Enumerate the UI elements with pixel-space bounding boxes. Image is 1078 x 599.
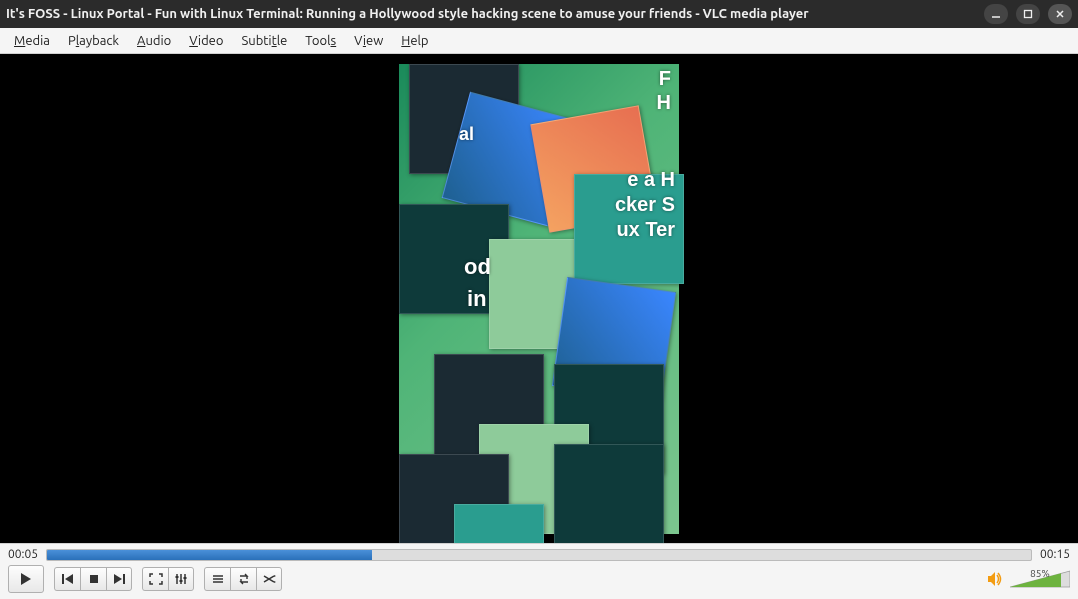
frame-text: al xyxy=(459,124,474,145)
volume-percent-label: 85% xyxy=(1030,568,1050,579)
menu-video[interactable]: Video xyxy=(181,31,231,51)
stop-button[interactable] xyxy=(80,567,106,591)
skip-previous-icon xyxy=(61,573,75,585)
close-icon xyxy=(1054,8,1066,20)
menu-view[interactable]: View xyxy=(346,31,391,51)
seek-slider[interactable] xyxy=(46,549,1032,561)
frame-text: od xyxy=(464,254,491,280)
shuffle-button[interactable] xyxy=(256,567,282,591)
frame-text: ux Ter xyxy=(616,219,675,242)
window-close-button[interactable] xyxy=(1048,4,1072,24)
fullscreen-button[interactable] xyxy=(142,567,168,591)
window-title: It's FOSS - Linux Portal - Fun with Linu… xyxy=(6,7,976,21)
controls-panel: 00:05 00:15 xyxy=(0,543,1078,599)
window-titlebar: It's FOSS - Linux Portal - Fun with Linu… xyxy=(0,0,1078,28)
seek-fill xyxy=(47,550,372,560)
equalizer-icon xyxy=(174,573,188,585)
frame-text: e a H xyxy=(627,169,675,192)
play-icon xyxy=(19,572,33,586)
play-button[interactable] xyxy=(8,565,44,593)
frame-text: H xyxy=(657,92,671,115)
shuffle-icon xyxy=(262,573,276,585)
video-frame: F H e a H cker S ux Ter od in al xyxy=(399,64,679,534)
volume-slider[interactable]: 85% xyxy=(1010,569,1070,589)
skip-next-icon xyxy=(112,573,126,585)
minimize-icon xyxy=(990,8,1002,20)
menubar: Media Playback Audio Video Subtitle Tool… xyxy=(0,28,1078,54)
frame-text: in xyxy=(467,286,487,312)
video-canvas[interactable]: F H e a H cker S ux Ter od in al xyxy=(0,54,1078,543)
menu-playback[interactable]: Playback xyxy=(60,31,127,51)
playlist-icon xyxy=(211,573,225,585)
menu-tools[interactable]: Tools xyxy=(297,31,344,51)
window-maximize-button[interactable] xyxy=(1016,4,1040,24)
previous-button[interactable] xyxy=(54,567,80,591)
time-total[interactable]: 00:15 xyxy=(1040,548,1070,561)
window-minimize-button[interactable] xyxy=(984,4,1008,24)
frame-text: F xyxy=(659,68,671,91)
menu-help[interactable]: Help xyxy=(393,31,436,51)
menu-audio[interactable]: Audio xyxy=(129,31,179,51)
menu-subtitle[interactable]: Subtitle xyxy=(233,31,295,51)
time-elapsed[interactable]: 00:05 xyxy=(8,548,38,561)
loop-icon xyxy=(237,573,251,585)
playlist-button[interactable] xyxy=(204,567,230,591)
loop-button[interactable] xyxy=(230,567,256,591)
next-button[interactable] xyxy=(106,567,132,591)
extended-settings-button[interactable] xyxy=(168,567,194,591)
fullscreen-icon xyxy=(149,573,163,585)
menu-media[interactable]: Media xyxy=(6,31,58,51)
maximize-icon xyxy=(1022,8,1034,20)
stop-icon xyxy=(88,573,100,585)
volume-mute-button[interactable] xyxy=(986,570,1004,588)
frame-text: cker S xyxy=(615,194,675,217)
